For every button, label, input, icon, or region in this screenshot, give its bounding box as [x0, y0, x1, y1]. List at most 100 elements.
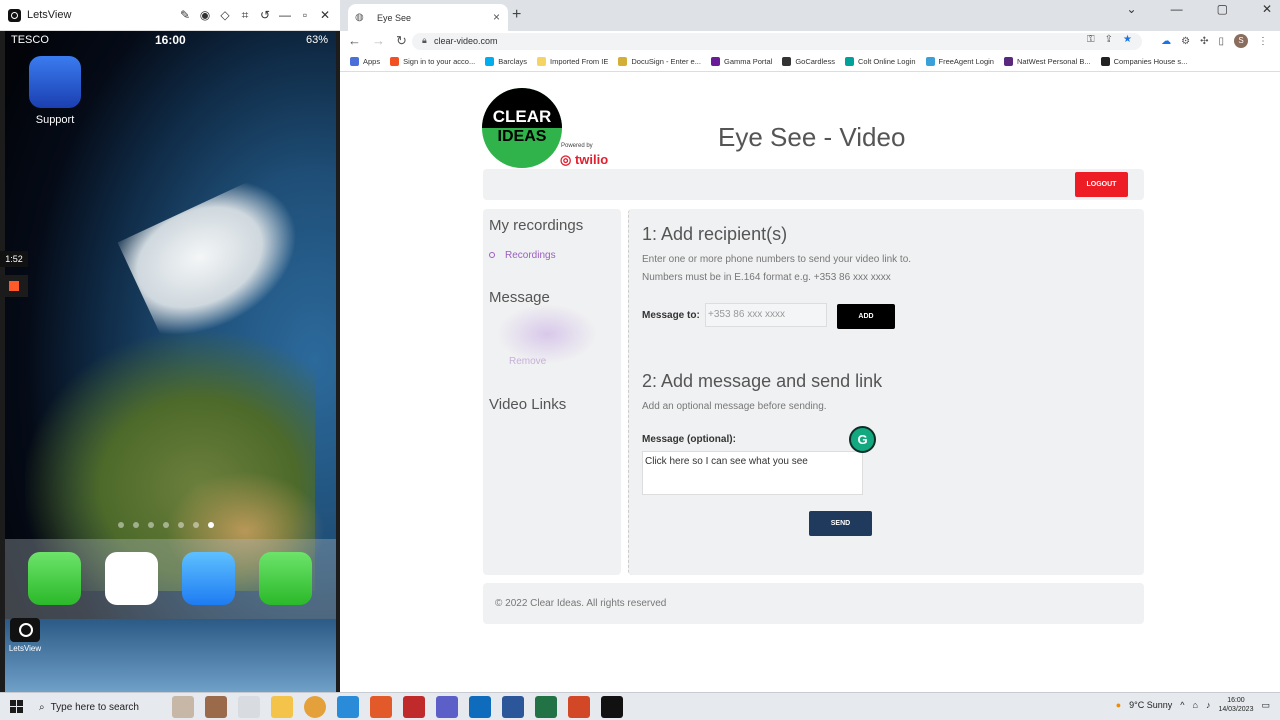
pin-icon[interactable]: ◇ [218, 6, 232, 24]
letsview-title: LetsView [27, 9, 72, 21]
minimize-icon[interactable]: — [1171, 2, 1183, 16]
filezilla-icon[interactable] [403, 696, 425, 718]
puzzle-icon[interactable]: ✣ [1200, 36, 1208, 47]
notifications-icon[interactable]: ▭ [1261, 700, 1270, 711]
message-textarea[interactable]: Click here so I can see what you see [642, 451, 863, 495]
network-icon[interactable]: ⌂ [1193, 700, 1198, 710]
bookmark-item[interactable]: Gamma Portal [710, 57, 773, 66]
lock-icon[interactable]: 🔒︎ [422, 35, 427, 46]
mail-app-icon[interactable] [182, 552, 235, 605]
volume-icon[interactable]: ♪ [1206, 700, 1211, 710]
forward-icon[interactable]: → [372, 33, 385, 49]
file-explorer-icon[interactable] [271, 696, 293, 718]
store-icon[interactable] [337, 696, 359, 718]
bookmark-item[interactable]: Colt Online Login [844, 57, 916, 66]
battery-percent: 63% [305, 34, 328, 46]
clock-time: 16:00 [1227, 697, 1245, 704]
system-tray: ● 9°C Sunny ^ ⌂ ♪ 16:00 14/03/2023 ▭ [1116, 696, 1270, 714]
star-icon[interactable]: ★ [1123, 34, 1132, 45]
carrier-label: TESCO [11, 34, 49, 46]
gear-icon[interactable]: ⚙ [1181, 36, 1190, 47]
minimize-icon[interactable]: — [278, 6, 292, 24]
new-tab-icon[interactable]: + [512, 6, 521, 24]
letsview-desktop-shortcut[interactable]: LetsView [8, 618, 42, 653]
taskbar-search[interactable]: ⌕ Type here to search [33, 695, 163, 719]
key-icon[interactable]: ⚿ [1087, 34, 1095, 45]
bookmark-favicon-icon [390, 57, 400, 66]
share-icon[interactable]: ⇪ [1105, 34, 1113, 45]
back-icon[interactable]: ← [348, 33, 361, 49]
stop-recording-button[interactable] [0, 275, 28, 297]
blurred-message-preview [497, 304, 597, 364]
chrome-icon[interactable] [304, 696, 326, 718]
clear-ideas-logo[interactable]: CLEAR IDEAS [482, 88, 562, 168]
profile-avatar[interactable]: S [1234, 34, 1248, 48]
bookmark-item[interactable]: Sign in to your acco... [390, 57, 475, 66]
bookmark-item[interactable]: NatWest Personal B... [1003, 57, 1091, 66]
page-title: Eye See - Video [718, 122, 906, 152]
letsview-taskbar-icon[interactable] [601, 696, 623, 718]
record-icon[interactable]: ◉ [198, 6, 212, 24]
weather-text[interactable]: 9°C Sunny [1129, 700, 1172, 710]
add-button[interactable]: ADD [837, 304, 895, 329]
phone-number-input[interactable]: +353 86 xxx xxxx [705, 303, 827, 327]
outlook-app-icon[interactable] [105, 552, 158, 605]
tab-search-icon[interactable]: ⌄ [1127, 2, 1137, 16]
bookmark-label: Gamma Portal [723, 57, 773, 66]
taskbar-apps [172, 696, 623, 718]
cloud-icon[interactable]: ☁ [1161, 36, 1171, 47]
bookmark-item[interactable]: Apps [350, 57, 380, 66]
bookmark-item[interactable]: FreeAgent Login [925, 57, 994, 66]
taskbar-app-icon[interactable] [172, 696, 194, 718]
remove-link[interactable]: Remove [509, 356, 546, 367]
page-dot [148, 522, 154, 528]
excel-icon[interactable] [535, 696, 557, 718]
bookmark-label: DocuSign - Enter e... [631, 57, 701, 66]
briefcase-icon[interactable] [205, 696, 227, 718]
crop-icon[interactable]: ⌗ [238, 6, 252, 24]
maximize-icon[interactable]: ▢ [1217, 2, 1228, 16]
bookmark-item[interactable]: Imported From IE [537, 57, 608, 66]
weather-icon[interactable]: ● [1116, 700, 1121, 710]
close-icon[interactable]: ✕ [1262, 2, 1272, 16]
extension-icons: ☁ ⚙ ✣ ▯ S ⋮ [1161, 34, 1268, 48]
logout-button[interactable]: LOGOUT [1075, 172, 1128, 197]
brush-icon[interactable]: ✎ [178, 6, 192, 24]
grammarly-icon[interactable]: G [849, 426, 876, 453]
footer: © 2022 Clear Ideas. All rights reserved [483, 583, 1144, 624]
logo-word-2: IDEAS [497, 128, 547, 145]
maximize-icon[interactable]: ▫ [298, 6, 312, 24]
menu-icon[interactable]: ⋮ [1258, 36, 1268, 47]
word-icon[interactable] [502, 696, 524, 718]
page-dots[interactable] [118, 522, 214, 528]
rotate-icon[interactable]: ↺ [258, 6, 272, 24]
close-icon[interactable]: ✕ [318, 6, 332, 24]
taskbar-clock[interactable]: 16:00 14/03/2023 [1218, 696, 1253, 714]
step1-help-line1: Enter one or more phone numbers to send … [642, 254, 912, 265]
recordings-link[interactable]: Recordings [489, 250, 556, 261]
url-text: clear-video.com [434, 36, 498, 46]
powerpoint-icon[interactable] [568, 696, 590, 718]
task-view-icon[interactable] [238, 696, 260, 718]
messages-app-icon[interactable] [259, 552, 312, 605]
sidepanel-icon[interactable]: ▯ [1218, 36, 1224, 47]
bookmark-item[interactable]: Companies House s... [1100, 57, 1187, 66]
address-bar[interactable]: 🔒︎ clear-video.com ⚿ ⇪ ★ [412, 33, 1142, 50]
tab-eye-see[interactable]: ◍ Eye See × [348, 4, 508, 31]
outlook-icon[interactable] [469, 696, 491, 718]
reload-icon[interactable]: ↻ [396, 33, 407, 49]
teams-icon[interactable] [436, 696, 458, 718]
chevron-up-icon[interactable]: ^ [1180, 700, 1184, 710]
support-app[interactable]: Support [29, 56, 81, 126]
phone-mirror-screen[interactable]: TESCO 16:00 63% Support [5, 31, 336, 692]
bookmark-item[interactable]: Barclays [485, 57, 527, 66]
bookmark-favicon-icon [1003, 57, 1013, 66]
close-tab-icon[interactable]: × [493, 10, 500, 24]
bookmark-item[interactable]: GoCardless [782, 57, 835, 66]
phone-dock [5, 539, 336, 619]
windows-start-icon[interactable] [10, 700, 23, 713]
acrobat-icon[interactable] [370, 696, 392, 718]
bookmark-item[interactable]: DocuSign - Enter e... [618, 57, 701, 66]
phone-app-icon[interactable] [28, 552, 81, 605]
send-button[interactable]: SEND [809, 511, 872, 536]
